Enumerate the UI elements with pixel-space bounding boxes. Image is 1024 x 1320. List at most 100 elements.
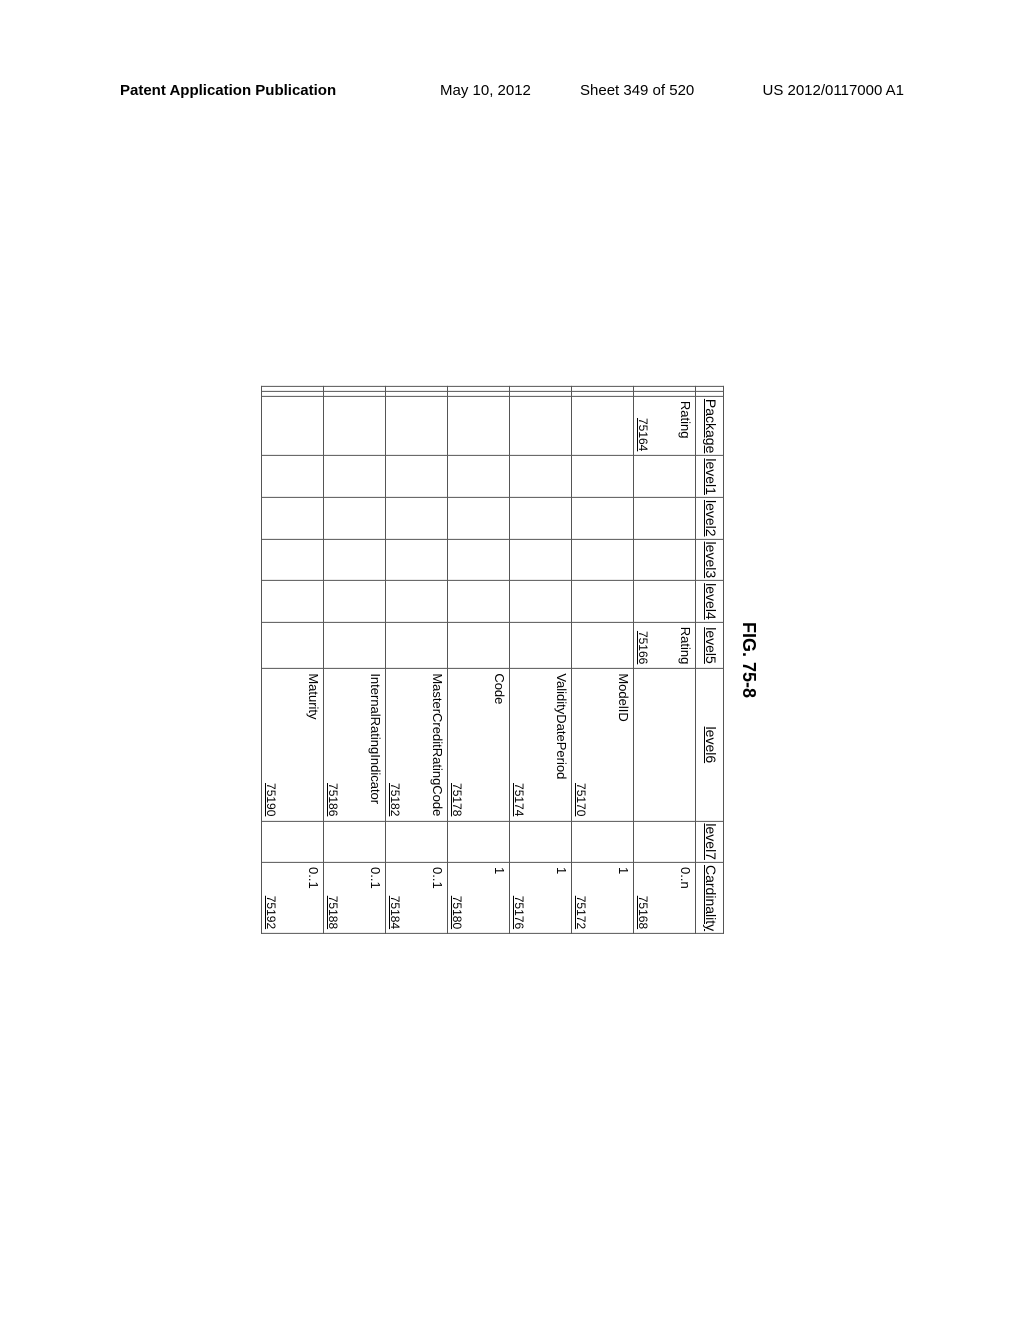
level2-cell <box>448 497 510 539</box>
level2-cell-cell <box>634 498 695 539</box>
level6-cell-text: ModelID <box>616 673 631 721</box>
package-cell-text: Rating <box>678 401 693 439</box>
table-header-row: Package level1 level2 level3 level4 leve… <box>696 386 724 933</box>
package-cell-cell <box>572 397 633 455</box>
level6-cell <box>634 669 696 821</box>
level4-cell <box>262 581 324 623</box>
level5-cell <box>510 622 572 669</box>
table-row: MasterCreditRatingCode751820..175184 <box>386 386 448 933</box>
level3-cell <box>448 539 510 581</box>
level5-cell-cell: Rating75166 <box>634 623 695 669</box>
cardinality-cell-cell: 0..175192 <box>262 863 323 933</box>
header-sheet: Sheet 349 of 520 <box>580 82 694 99</box>
cardinality-cell-text: 1 <box>554 867 569 874</box>
header-pubnum: US 2012/0117000 A1 <box>762 82 904 99</box>
level3-cell <box>262 539 324 581</box>
schema-table: Package level1 level2 level3 level4 leve… <box>261 386 724 934</box>
level3-cell-cell <box>262 540 323 581</box>
level5-cell-cell <box>324 623 385 669</box>
cardinality-cell: 1 75176 <box>510 862 572 933</box>
package-cell-cell: Rating75164 <box>634 397 695 455</box>
level7-cell <box>324 821 386 863</box>
level2-cell-cell <box>262 498 323 539</box>
level4-cell <box>572 581 634 623</box>
header-date: May 10, 2012 <box>440 82 531 99</box>
cardinality-cell-refnum: 75192 <box>264 896 278 929</box>
cardinality-cell-refnum: 75176 <box>512 896 526 929</box>
package-cell-cell <box>386 397 447 455</box>
level7-cell <box>510 821 572 863</box>
level5-cell <box>262 622 324 669</box>
cardinality-cell-cell: 175172 <box>572 863 633 933</box>
level6-cell-cell: ModelID75170 <box>572 669 633 820</box>
level6-cell: Maturity75190 <box>262 669 324 821</box>
level6-cell: InternalRatingIndicator75186 <box>324 669 386 821</box>
level4-cell-cell <box>634 581 695 622</box>
level2-cell-cell <box>448 498 509 539</box>
table-row: InternalRatingIndicator751860..175188 <box>324 386 386 933</box>
level5-cell: Rating75166 <box>634 622 696 669</box>
cardinality-cell: 0..175192 <box>262 862 324 933</box>
level7-cell-cell <box>510 821 571 862</box>
level4-cell-cell <box>448 581 509 622</box>
col-level4: level4 <box>696 581 724 623</box>
level6-cell-refnum: 75186 <box>326 783 340 816</box>
level3-cell-cell <box>634 540 695 581</box>
col-level5: level5 <box>696 622 724 669</box>
col-cardinality: Cardinality <box>696 862 724 933</box>
level3-cell <box>324 539 386 581</box>
level1-cell-cell <box>572 456 633 497</box>
level2-cell <box>324 497 386 539</box>
level7-cell-cell <box>448 821 509 862</box>
level4-cell <box>510 581 572 623</box>
cardinality-cell-text: 0..n <box>678 867 693 889</box>
level6-cell: MasterCreditRatingCode75182 <box>386 669 448 821</box>
level5-cell <box>386 622 448 669</box>
level3-cell <box>634 539 696 581</box>
level7-cell-cell <box>324 821 385 862</box>
level1-cell <box>324 456 386 498</box>
level3-cell-cell <box>386 540 447 581</box>
level2-cell <box>572 497 634 539</box>
package-cell-cell <box>448 397 509 455</box>
level1-cell <box>572 456 634 498</box>
package-cell <box>386 396 448 455</box>
level1-cell-cell <box>386 456 447 497</box>
level5-cell <box>324 622 386 669</box>
level6-cell-cell: Code75178 <box>448 669 509 820</box>
table-row: Rating75164Rating751660..n75168 <box>634 386 696 933</box>
cardinality-cell-text: 0..1 <box>430 867 445 889</box>
level6-cell: ModelID75170 <box>572 669 634 821</box>
col-level3: level3 <box>696 539 724 581</box>
level6-cell-refnum: 75174 <box>512 783 526 816</box>
package-cell <box>448 396 510 455</box>
level3-cell-cell <box>572 540 633 581</box>
table-row: Maturity75190 0..175192 <box>262 386 324 933</box>
table-row: Code75178175180 <box>448 386 510 933</box>
col-level7: level7 <box>696 821 724 863</box>
level1-cell <box>634 456 696 498</box>
level5-cell-cell <box>386 623 447 669</box>
level6-cell-cell <box>634 669 695 820</box>
header-publication: Patent Application Publication <box>120 82 336 99</box>
level4-cell <box>386 581 448 623</box>
package-cell: Rating75164 <box>634 396 696 455</box>
level5-cell-refnum: 75166 <box>636 631 650 664</box>
level6-cell: Code75178 <box>448 669 510 821</box>
level4-cell-cell <box>324 581 385 622</box>
col-level6: level6 <box>696 669 724 821</box>
cardinality-cell-text: 1 <box>492 867 507 874</box>
level1-cell-cell <box>510 456 571 497</box>
level2-cell <box>510 497 572 539</box>
cardinality-cell-cell: 0..n75168 <box>634 863 695 933</box>
level1-cell <box>510 456 572 498</box>
package-cell <box>572 396 634 455</box>
level4-cell-cell <box>572 581 633 622</box>
package-cell-cell <box>324 397 385 455</box>
level4-cell <box>448 581 510 623</box>
figure-rotated-content: FIG. 75-8 Package level1 level2 level3 l… <box>261 386 759 934</box>
table-row: ModelID75170 175172 <box>572 386 634 933</box>
col-level2: level2 <box>696 497 724 539</box>
level7-cell-cell <box>634 821 695 862</box>
level1-cell <box>448 456 510 498</box>
